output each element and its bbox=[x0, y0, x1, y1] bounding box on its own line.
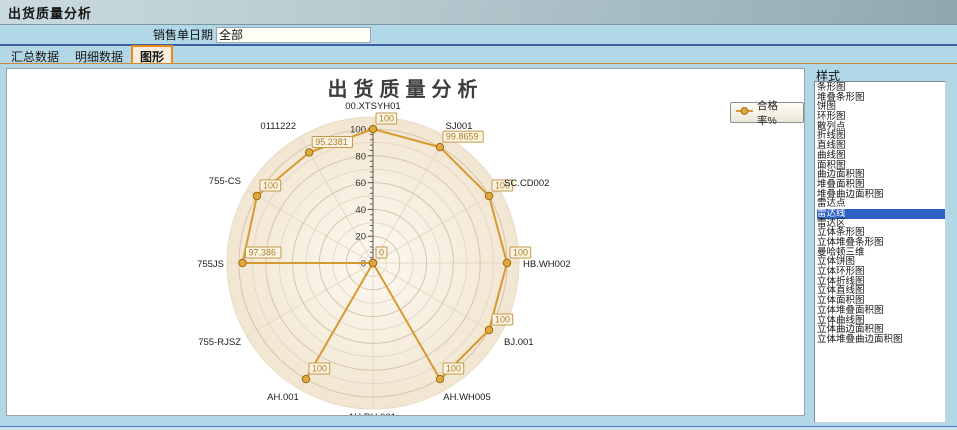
svg-text:HB.WH002: HB.WH002 bbox=[523, 259, 571, 270]
window-bottom-edge bbox=[0, 426, 957, 430]
tab-strip: 汇总数据明细数据图形 bbox=[0, 46, 957, 64]
svg-text:100: 100 bbox=[446, 364, 461, 374]
style-list-item[interactable]: 堆叠条形图 bbox=[817, 93, 945, 103]
svg-text:80: 80 bbox=[355, 151, 366, 162]
svg-text:95.2381: 95.2381 bbox=[315, 137, 348, 147]
chart-style-listbox[interactable]: 条形图堆叠条形图饼图环形图散列点折线图直线图曲线图面积图曲边面积图堆叠面积图堆叠… bbox=[814, 81, 946, 423]
svg-text:AH.001: AH.001 bbox=[267, 392, 299, 403]
chart-legend: 合格率% bbox=[730, 102, 804, 123]
sales-date-input[interactable] bbox=[216, 27, 371, 43]
tab-0[interactable]: 汇总数据 bbox=[3, 46, 67, 63]
svg-text:100: 100 bbox=[495, 315, 510, 325]
chart-title: 出货质量分析 bbox=[7, 73, 804, 102]
svg-text:99.8659: 99.8659 bbox=[446, 132, 479, 142]
legend-label: 合格率% bbox=[757, 98, 797, 128]
svg-text:0: 0 bbox=[379, 248, 384, 258]
radar-chart: 02040608010010099.8659100100100100010009… bbox=[7, 69, 804, 415]
window-title: 出货质量分析 bbox=[0, 3, 92, 22]
svg-text:SJ001: SJ001 bbox=[446, 121, 473, 132]
filter-bar: 销售单日期 bbox=[0, 25, 957, 46]
style-list-item[interactable]: 立体堆叠曲边面积图 bbox=[817, 335, 945, 345]
svg-text:755-CS: 755-CS bbox=[209, 176, 241, 187]
svg-text:00.XTSYH01: 00.XTSYH01 bbox=[345, 101, 400, 112]
svg-text:755-RJSZ: 755-RJSZ bbox=[198, 337, 241, 348]
svg-text:SC.CD002: SC.CD002 bbox=[504, 178, 549, 189]
svg-text:BJ.001: BJ.001 bbox=[504, 337, 534, 348]
svg-text:100: 100 bbox=[513, 248, 528, 258]
svg-text:755JS: 755JS bbox=[197, 259, 224, 270]
svg-text:100: 100 bbox=[263, 181, 278, 191]
window-titlebar: 出货质量分析 bbox=[0, 0, 957, 25]
svg-text:60: 60 bbox=[355, 178, 366, 189]
svg-text:97.386: 97.386 bbox=[249, 248, 277, 258]
tab-2[interactable]: 图形 bbox=[131, 45, 173, 63]
svg-text:20: 20 bbox=[355, 232, 366, 243]
sales-date-label: 销售单日期 bbox=[153, 26, 213, 43]
svg-text:AH.WH005: AH.WH005 bbox=[443, 392, 491, 403]
svg-text:0111222: 0111222 bbox=[260, 121, 296, 132]
svg-text:100: 100 bbox=[312, 364, 327, 374]
legend-marker-icon bbox=[735, 106, 754, 119]
svg-text:40: 40 bbox=[355, 205, 366, 216]
chart-panel: 出货质量分析 0 20 40 60 80 100 100 99.8659 100 100 100 10… bbox=[6, 68, 805, 416]
svg-text:AH.RH.001: AH.RH.001 bbox=[348, 412, 396, 415]
tab-1[interactable]: 明细数据 bbox=[67, 46, 131, 63]
svg-text:100: 100 bbox=[379, 114, 394, 124]
